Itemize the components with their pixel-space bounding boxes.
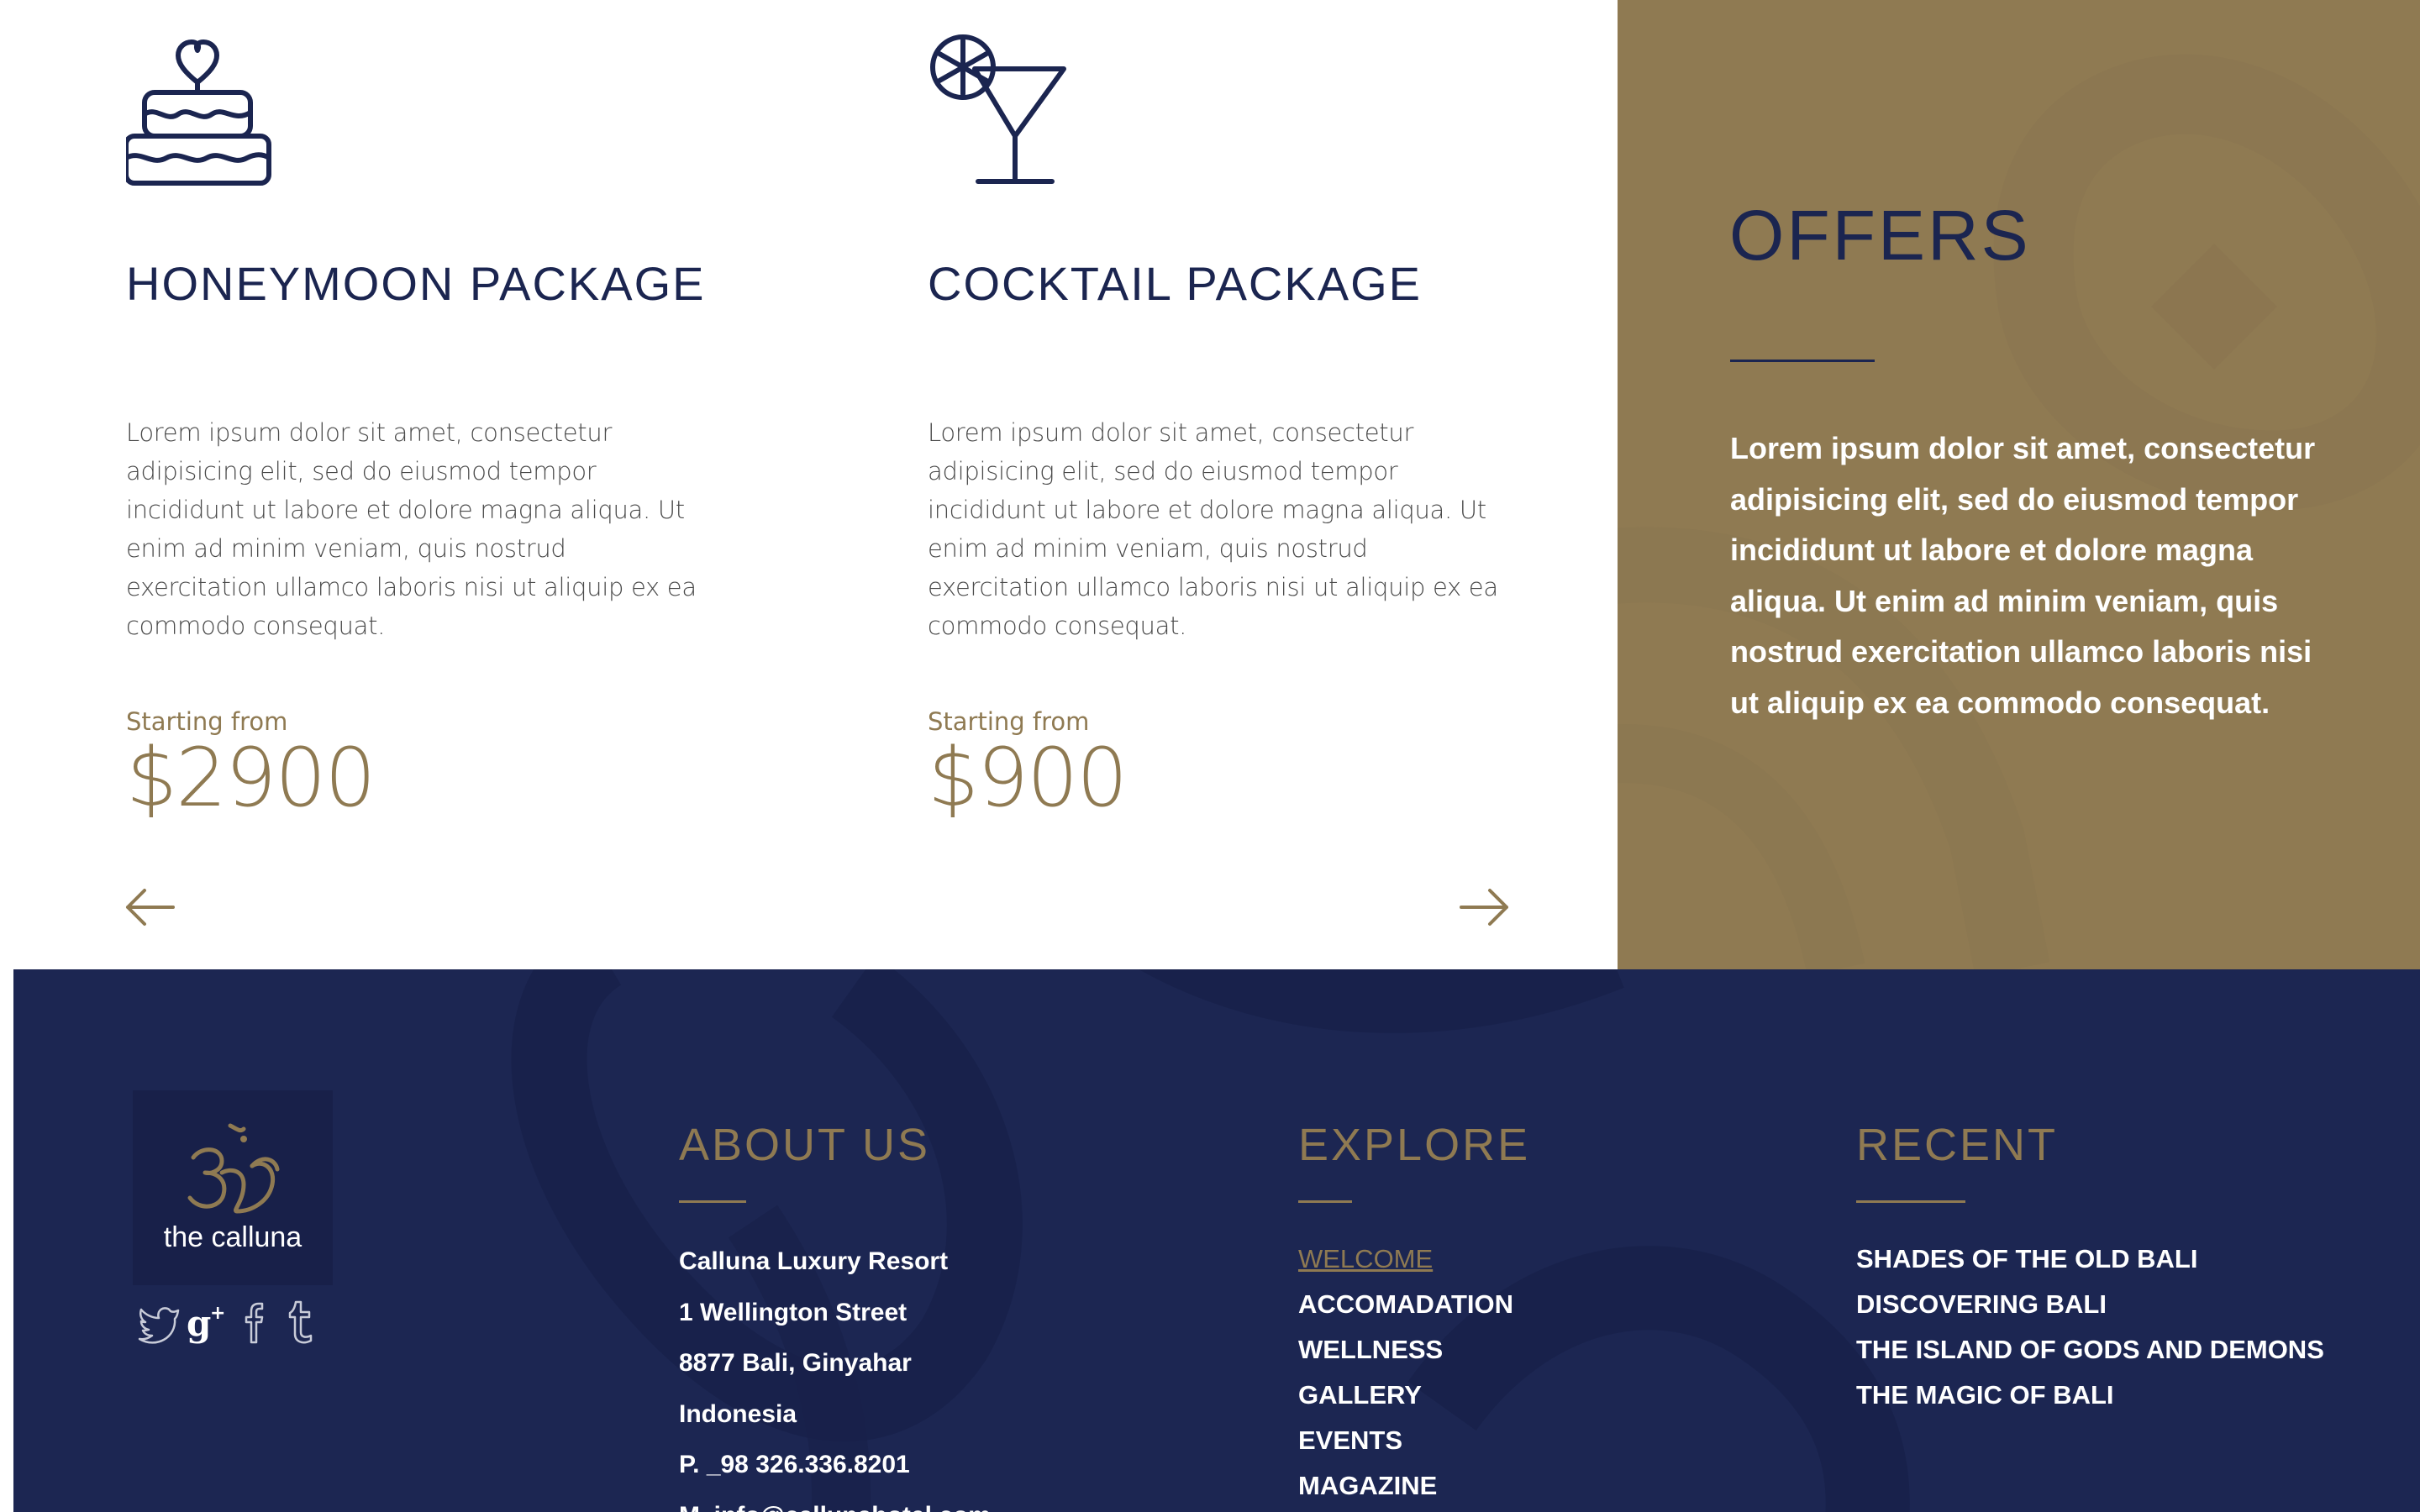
explore-link-wellness[interactable]: WELLNESS (1298, 1327, 1513, 1373)
address-city: 8877 Bali, Ginyahar (679, 1349, 912, 1377)
package-price: $900 (928, 731, 1128, 825)
site-footer: the calluna g + ABOUT US Calluna Luxury … (13, 969, 2420, 1512)
arrow-left-icon[interactable] (124, 885, 176, 929)
google-plus-icon[interactable]: g + (185, 1299, 229, 1346)
svg-text:+: + (210, 1303, 225, 1324)
recent-post-link[interactable]: THE ISLAND OF GODS AND DEMONS (1856, 1327, 2324, 1373)
logo-text: the calluna (163, 1221, 302, 1253)
divider (1298, 1200, 1352, 1203)
recent-post-link[interactable]: SHADES OF THE OLD BALI (1856, 1236, 2324, 1282)
phone-number: P. _98 326.336.8201 (679, 1451, 910, 1478)
address-street: 1 Wellington Street (679, 1298, 908, 1326)
package-description: Lorem ipsum dolor sit amet, consectetur … (126, 418, 697, 640)
svg-text:g: g (187, 1303, 211, 1344)
arrow-right-icon[interactable] (1458, 885, 1510, 929)
recent-post-link[interactable]: THE MAGIC OF BALI (1856, 1373, 2324, 1418)
divider (679, 1200, 746, 1203)
company-name: Calluna Luxury Resort (679, 1247, 949, 1275)
recent-post-link[interactable]: DISCOVERING BALI (1856, 1282, 2324, 1327)
explore-link-gallery[interactable]: GALLERY (1298, 1373, 1513, 1418)
cocktail-icon (928, 32, 1096, 192)
cake-icon (126, 32, 294, 192)
package-card-cocktail: COCKTAIL PACKAGE Lorem ipsum dolor sit a… (928, 0, 1566, 840)
footer-about: ABOUT US Calluna Luxury Resort 1 Welling… (679, 1119, 991, 1512)
explore-link-accomadation[interactable]: ACCOMADATION (1298, 1282, 1513, 1327)
explore-heading: EXPLORE (1298, 1120, 1531, 1170)
om-icon (187, 1123, 280, 1214)
offers-title: OFFERS (1729, 196, 2031, 275)
package-description: Lorem ipsum dolor sit amet, consectetur … (928, 418, 1498, 640)
recent-links: SHADES OF THE OLD BALI DISCOVERING BALI … (1856, 1236, 2324, 1418)
about-heading: ABOUT US (679, 1120, 931, 1170)
contact-details: Calluna Luxury Resort 1 Wellington Stree… (679, 1236, 991, 1512)
divider (1730, 360, 1875, 362)
address-country: Indonesia (679, 1399, 797, 1428)
footer-recent: RECENT SHADES OF THE OLD BALI DISCOVERIN… (1856, 1119, 2324, 1410)
package-title: HONEYMOON PACKAGE (126, 257, 706, 310)
logo[interactable]: the calluna (133, 1090, 333, 1285)
explore-link-events[interactable]: EVENTS (1298, 1418, 1513, 1463)
twitter-icon[interactable] (138, 1299, 182, 1346)
package-title: COCKTAIL PACKAGE (928, 257, 1422, 310)
package-price: $2900 (126, 731, 376, 825)
package-card-honeymoon: HONEYMOON PACKAGE Lorem ipsum dolor sit … (126, 0, 765, 840)
packages-section: HONEYMOON PACKAGE Lorem ipsum dolor sit … (0, 0, 1618, 969)
explore-link-welcome[interactable]: WELCOME (1298, 1236, 1513, 1282)
facebook-icon[interactable] (234, 1299, 277, 1346)
explore-link-magazine[interactable]: MAGAZINE (1298, 1463, 1513, 1509)
email-address[interactable]: M. info@callunahotel.com (679, 1491, 991, 1512)
tumblr-icon[interactable] (281, 1299, 324, 1346)
footer-explore: EXPLORE WELCOME ACCOMADATION WELLNESS GA… (1298, 1119, 1531, 1500)
offers-description: Lorem ipsum dolor sit amet, consectetur … (1730, 431, 2316, 720)
explore-links: WELCOME ACCOMADATION WELLNESS GALLERY EV… (1298, 1236, 1513, 1509)
offers-panel: OFFERS Lorem ipsum dolor sit amet, conse… (1618, 0, 2420, 969)
recent-heading: RECENT (1856, 1120, 2059, 1170)
divider (1856, 1200, 1965, 1203)
